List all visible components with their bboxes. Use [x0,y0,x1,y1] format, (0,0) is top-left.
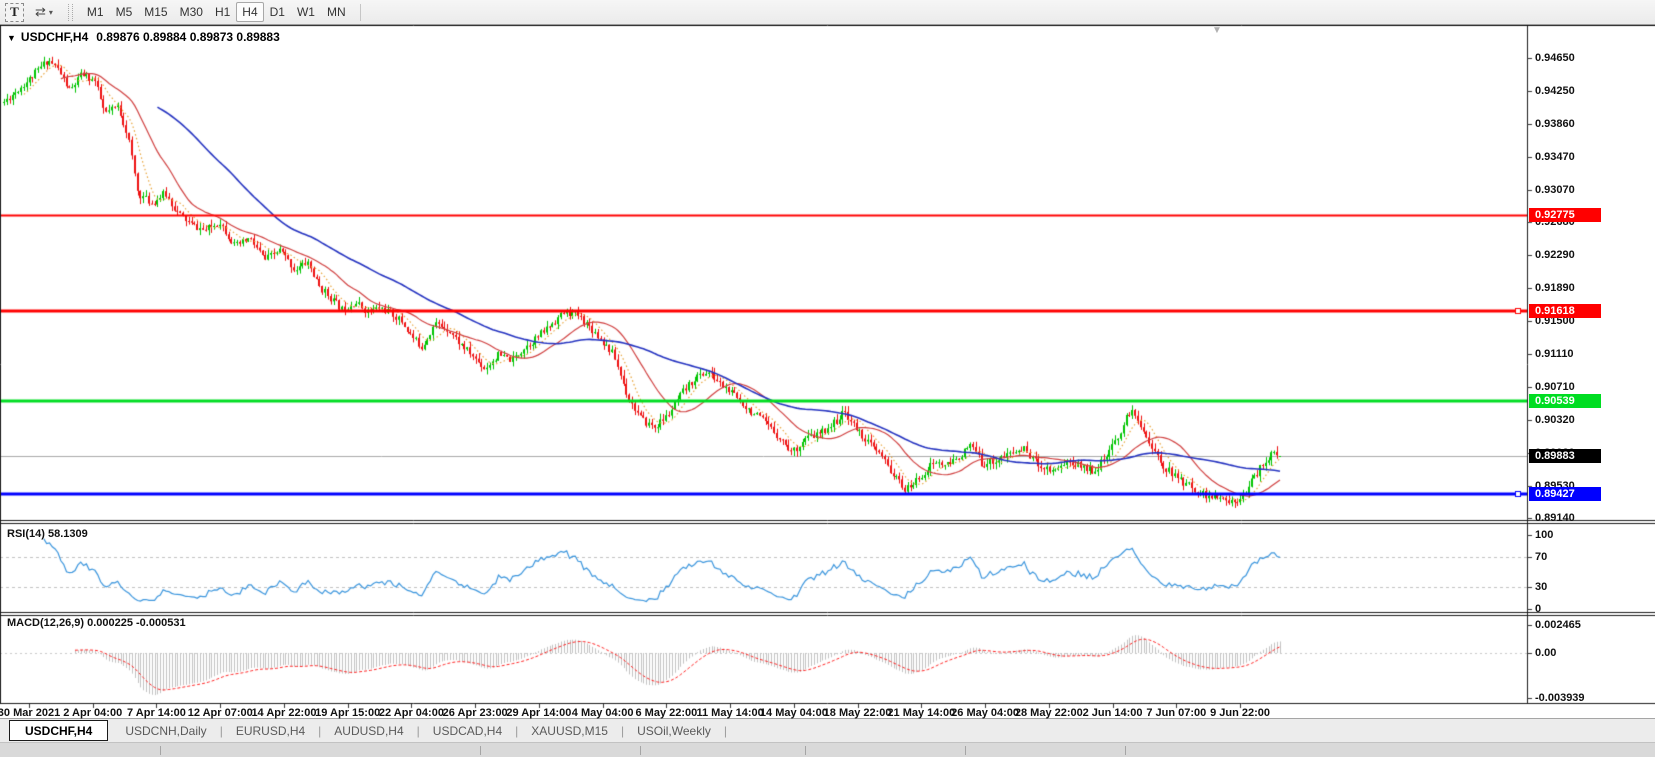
time-tick-label: 18 May 22:00 [823,707,892,719]
time-tick-label: 14 May 04:00 [759,707,828,719]
time-tick-label: 21 May 14:00 [887,707,956,719]
chart-canvas[interactable] [0,25,1655,718]
time-tick-label: 26 May 04:00 [951,707,1020,719]
time-tick-label: 9 Jun 22:00 [1210,707,1271,719]
current-price-tag: 0.89883 [1529,449,1601,464]
time-tick-label: 19 Apr 15:00 [315,707,381,719]
text-tool-button[interactable]: T [5,2,24,22]
price-tick-label: 0.92290 [1535,249,1575,262]
price-tick-label: 0.93070 [1535,183,1575,196]
chart-shift-icon[interactable]: ▼ [1212,25,1222,36]
timeframe-button-m30[interactable]: M30 [174,2,209,22]
chart-title: ▼ USDCHF,H4 0.89876 0.89884 0.89873 0.8988… [7,30,280,44]
time-tick-label: 6 May 22:00 [635,707,698,719]
rsi-tick-label: 100 [1535,529,1554,541]
price-level-tag: 0.91618 [1529,304,1601,319]
chart-tab-bar: USDCHF,H4 USDCNH,Daily | EURUSD,H4 | AUDUSD,H… [0,718,1655,742]
chart-tab-usoil[interactable]: USOil,Weekly [624,720,724,742]
price-tick-label: 0.93860 [1535,117,1575,130]
price-tick-label: 0.90320 [1535,413,1575,426]
time-tick-label: 12 Apr 07:00 [187,707,253,719]
macd-tick-label: 0.002465 [1535,618,1581,631]
timeframe-button-m15[interactable]: M15 [138,2,173,22]
scrollbar-notch [1125,746,1126,755]
scrollbar-notch [160,746,161,755]
timeframe-button-d1[interactable]: D1 [264,2,291,22]
chart-tab-usdchf[interactable]: USDCHF,H4 [9,720,109,741]
timeframe-button-h4[interactable]: H4 [236,2,264,22]
symbol-period-label: USDCHF,H4 [20,30,89,44]
macd-tick-label: -0.003939 [1535,692,1585,705]
scrollbar-notch [805,746,806,755]
price-level-tag: 0.90539 [1529,394,1601,409]
time-tick-label: 26 Apr 23:00 [442,707,508,719]
price-tick-label: 0.94250 [1535,85,1575,98]
price-tick-label: 0.90710 [1535,380,1575,393]
timeframe-button-group: M1 M5 M15 M30 H1 H4 D1 W1 MN [81,2,352,22]
timeframe-button-w1[interactable]: W1 [291,2,321,22]
time-tick-label: 22 Apr 04:00 [378,707,444,719]
chart-tab-eurusd[interactable]: EURUSD,H4 [223,720,318,742]
dropdown-caret-icon: ▾ [48,7,53,17]
rsi-tick-label: 0 [1535,603,1542,615]
collapse-arrow-icon[interactable]: ▼ [7,33,16,43]
diagonal-arrows-button[interactable]: ⇄ ▾ [30,3,58,22]
timeframe-button-h1[interactable]: H1 [209,2,236,22]
rsi-tick-label: 70 [1535,551,1548,564]
price-tick-label: 0.94650 [1535,52,1575,64]
time-tick-label: 11 May 14:00 [696,707,764,719]
chart-area[interactable]: ▼ USDCHF,H4 0.89876 0.89884 0.89873 0.8988… [0,25,1655,719]
price-tick-label: 0.91890 [1535,282,1575,295]
rsi-tick-label: 30 [1535,580,1548,593]
diagonal-arrows-icon: ⇄ [35,4,46,19]
time-tick-label: 7 Apr 14:00 [127,707,186,719]
timeframe-button-mn[interactable]: MN [321,2,352,22]
price-tick-label: 0.89140 [1535,512,1575,525]
time-tick-label: 28 May 22:00 [1014,707,1083,719]
macd-tick-label: 0.00 [1535,647,1557,659]
chart-tab-usdcad[interactable]: USDCAD,H4 [420,720,515,742]
price-level-tag: 0.92775 [1529,207,1601,222]
tab-divider: | [723,723,727,738]
time-tick-label: 4 May 04:00 [571,707,634,719]
toolbar-separator [359,3,362,21]
scrollbar-notch [480,746,481,755]
time-tick-label: 7 Jun 07:00 [1146,707,1207,719]
time-tick-label: 14 Apr 22:00 [251,707,317,719]
ohlc-values: 0.89876 0.89884 0.89873 0.89883 [96,30,280,44]
rsi-indicator-label: RSI(14) 58.1309 [7,528,88,540]
timeframe-button-m1[interactable]: M1 [81,2,110,22]
price-tick-label: 0.93470 [1535,150,1575,163]
time-tick-label: 2 Jun 14:00 [1082,707,1143,719]
bottom-scrollbar[interactable] [0,742,1655,757]
toolbar: T ⇄ ▾ M1 M5 M15 M30 H1 H4 D1 W1 MN [0,0,1655,25]
macd-indicator-label: MACD(12,26,9) 0.000225 -0.000531 [7,617,186,629]
chart-tab-usdcnh[interactable]: USDCNH,Daily [112,720,219,742]
mt4-window: T ⇄ ▾ M1 M5 M15 M30 H1 H4 D1 W1 MN ▼ USDCHF,H4 0.8… [0,0,1655,757]
time-tick-label: 2 Apr 04:00 [63,707,123,719]
time-tick-label: 30 Mar 2021 [0,707,61,719]
time-tick-label: 29 Apr 14:00 [506,707,572,719]
scrollbar-notch [965,746,966,755]
price-tick-label: 0.91110 [1535,347,1574,360]
price-level-tag: 0.89427 [1529,487,1601,502]
toolbar-grip [67,3,73,21]
chart-tab-xauusd[interactable]: XAUUSD,M15 [518,720,621,742]
scrollbar-notch [640,746,641,755]
timeframe-button-m5[interactable]: M5 [110,2,139,22]
chart-tab-audusd[interactable]: AUDUSD,H4 [321,720,416,742]
